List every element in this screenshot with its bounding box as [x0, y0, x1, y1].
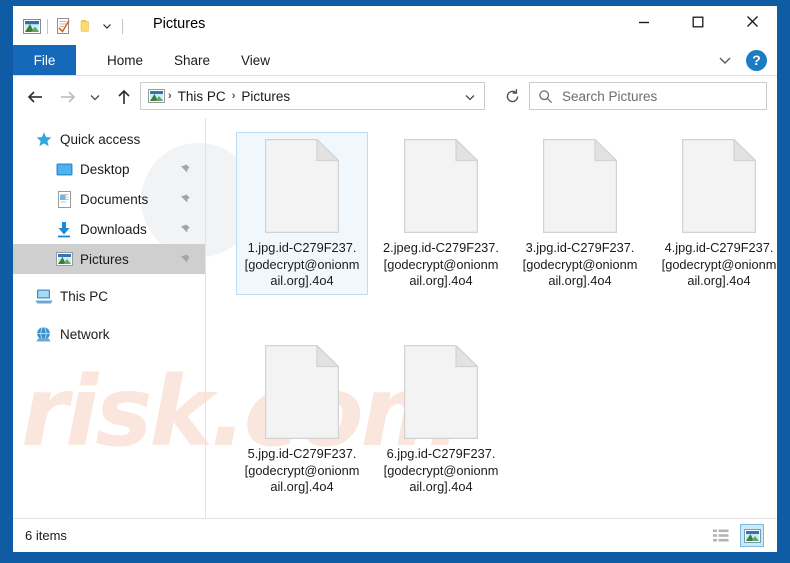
generic-file-icon	[404, 344, 479, 439]
navigation-pane: Quick access Desktop Documents Downloads Pic…	[13, 118, 205, 518]
breadcrumb-item-this-pc[interactable]: This PC	[175, 89, 229, 104]
file-item[interactable]: 1.jpg.id-C279F237.[godecrypt@onionmail.o…	[236, 132, 368, 295]
sidebar-item-label: This PC	[60, 288, 109, 304]
file-item[interactable]: 6.jpg.id-C279F237.[godecrypt@onionmail.o…	[375, 338, 507, 501]
ribbon-right-controls: ?	[714, 49, 767, 71]
item-count-label: 6 items	[25, 528, 67, 543]
ribbon-tab-bar: File Home Share View ?	[13, 45, 777, 76]
sidebar-item-quick-access[interactable]: Quick access	[13, 124, 205, 154]
sidebar-item-documents[interactable]: Documents	[13, 184, 205, 214]
details-view-icon[interactable]	[709, 524, 733, 547]
network-icon	[35, 325, 53, 343]
pin-icon[interactable]	[177, 192, 191, 206]
sidebar-item-network[interactable]: Network	[13, 319, 205, 349]
recent-locations-button[interactable]	[86, 84, 104, 110]
properties-icon[interactable]	[52, 15, 74, 37]
breadcrumb-dropdown-icon[interactable]	[460, 87, 480, 107]
refresh-icon[interactable]	[499, 83, 525, 109]
generic-file-icon	[265, 138, 340, 233]
sidebar-item-label: Pictures	[80, 251, 129, 267]
file-name-label: 6.jpg.id-C279F237.[godecrypt@onionmail.o…	[383, 446, 499, 494]
tab-share[interactable]: Share	[160, 45, 224, 75]
file-name-label: 2.jpeg.id-C279F237.[godecrypt@onionmail.…	[383, 240, 499, 288]
pin-icon[interactable]	[177, 252, 191, 266]
sidebar-item-this-pc[interactable]: This PC	[13, 281, 205, 311]
pictures-icon[interactable]	[21, 15, 43, 37]
search-input[interactable]	[560, 87, 754, 105]
window-title: Pictures	[153, 16, 206, 32]
close-button[interactable]	[729, 6, 775, 37]
back-button[interactable]	[22, 84, 48, 110]
file-item[interactable]: 3.jpg.id-C279F237.[godecrypt@onionmail.o…	[514, 132, 646, 295]
sidebar-item-label: Desktop	[80, 161, 130, 177]
file-item[interactable]: 5.jpg.id-C279F237.[godecrypt@onionmail.o…	[236, 338, 368, 501]
this-pc-icon	[35, 287, 53, 305]
screen: ● risk.com Pictures File Home Share View…	[0, 0, 790, 563]
up-button[interactable]	[111, 84, 137, 110]
toolbar-separator-1	[47, 18, 48, 34]
downloads-icon	[55, 220, 73, 238]
content-area: Quick access Desktop Documents Downloads Pic…	[13, 118, 777, 518]
star-pin-icon	[35, 130, 53, 148]
sidebar-item-downloads[interactable]: Downloads	[13, 214, 205, 244]
tab-view[interactable]: View	[227, 45, 284, 75]
pin-icon[interactable]	[177, 162, 191, 176]
maximize-button[interactable]	[675, 6, 721, 37]
sidebar-item-label: Network	[60, 326, 110, 342]
new-folder-icon[interactable]	[74, 15, 96, 37]
breadcrumb-item-pictures[interactable]: Pictures	[238, 89, 293, 104]
customize-chevron-icon[interactable]	[96, 15, 118, 37]
large-icons-view-icon[interactable]	[740, 524, 764, 547]
file-item[interactable]: 2.jpeg.id-C279F237.[godecrypt@onionmail.…	[375, 132, 507, 295]
file-list: 1.jpg.id-C279F237.[godecrypt@onionmail.o…	[206, 118, 777, 518]
address-bar: › This PC › Pictures	[13, 76, 777, 118]
generic-file-icon	[404, 138, 479, 233]
breadcrumb-separator-1: ›	[168, 90, 172, 102]
title-bar: Pictures	[13, 6, 777, 45]
status-bar: 6 items	[13, 518, 777, 552]
generic-file-icon	[543, 138, 618, 233]
sidebar-item-label: Quick access	[60, 131, 141, 147]
quick-access-toolbar	[21, 15, 127, 37]
minimize-button[interactable]	[621, 6, 667, 37]
file-name-label: 4.jpg.id-C279F237.[godecrypt@onionmail.o…	[661, 240, 777, 288]
pin-icon[interactable]	[177, 222, 191, 236]
file-item[interactable]: 4.jpg.id-C279F237.[godecrypt@onionmail.o…	[653, 132, 777, 295]
sidebar-item-label: Downloads	[80, 221, 147, 237]
file-name-label: 1.jpg.id-C279F237.[godecrypt@onionmail.o…	[244, 240, 360, 288]
sidebar-item-label: Documents	[80, 191, 149, 207]
toolbar-separator-2	[122, 18, 123, 34]
generic-file-icon	[265, 344, 340, 439]
file-name-label: 5.jpg.id-C279F237.[godecrypt@onionmail.o…	[244, 446, 360, 494]
sidebar-item-pictures[interactable]: Pictures	[13, 244, 205, 274]
sidebar-item-desktop[interactable]: Desktop	[13, 154, 205, 184]
help-button[interactable]: ?	[746, 49, 767, 71]
chevron-down-icon[interactable]	[714, 49, 736, 71]
generic-file-icon	[682, 138, 757, 233]
tab-file[interactable]: File	[13, 45, 76, 75]
file-explorer-window: ● risk.com Pictures File Home Share View…	[13, 6, 777, 552]
desktop-icon	[55, 160, 73, 178]
breadcrumb-separator-2: ›	[231, 90, 236, 102]
forward-button[interactable]	[54, 84, 80, 110]
search-box[interactable]	[529, 82, 767, 110]
breadcrumb-bar[interactable]: › This PC › Pictures	[140, 82, 485, 110]
tab-home[interactable]: Home	[93, 45, 157, 75]
file-name-label: 3.jpg.id-C279F237.[godecrypt@onionmail.o…	[522, 240, 638, 288]
documents-icon	[55, 190, 73, 208]
pictures-icon	[55, 250, 73, 268]
search-icon	[530, 89, 560, 104]
breadcrumb-pictures-icon	[147, 87, 165, 105]
